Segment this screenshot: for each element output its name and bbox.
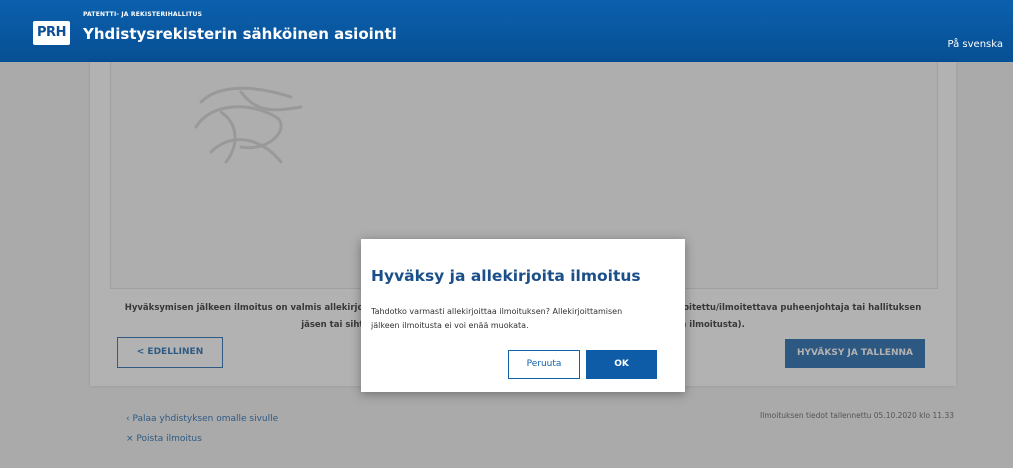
dialog-message: Tahdotko varmasti allekirjoittaa ilmoitu… <box>371 307 623 330</box>
top-header: PRH PATENTTI- JA REKISTERIHALLITUS Yhdis… <box>0 0 1013 62</box>
prh-logo-text: PRH <box>37 25 66 40</box>
dialog-title: Hyväksy ja allekirjoita ilmoitus <box>371 267 641 285</box>
ok-button[interactable]: OK <box>586 350 657 379</box>
service-title: Yhdistysrekisterin sähköinen asiointi <box>83 25 397 43</box>
confirm-sign-dialog: Hyväksy ja allekirjoita ilmoitus Tahdotk… <box>361 239 685 392</box>
prh-logo[interactable]: PRH <box>33 21 70 45</box>
cancel-button[interactable]: Peruuta <box>508 350 580 379</box>
language-switch-link[interactable]: På svenska <box>948 39 1003 50</box>
agency-name: PATENTTI- JA REKISTERIHALLITUS <box>83 11 203 18</box>
